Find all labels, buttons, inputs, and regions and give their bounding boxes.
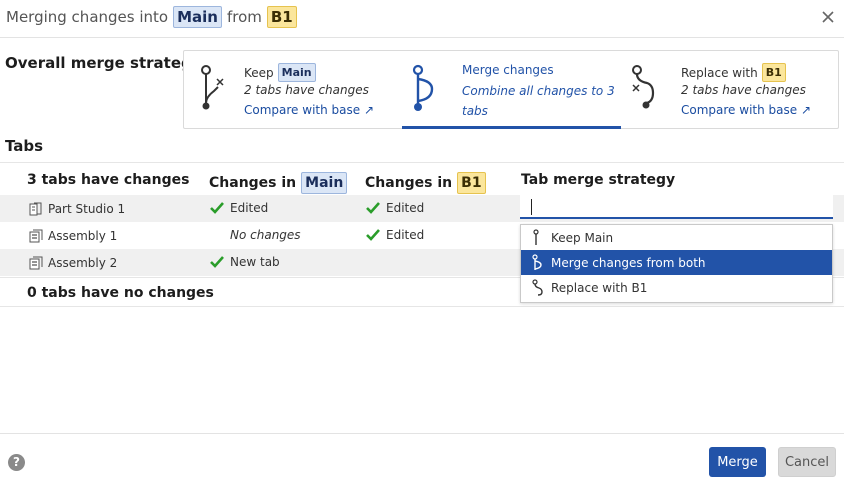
merge-strategy-label: Overall merge strategy: [5, 54, 202, 72]
tab-name: Assembly 2: [48, 256, 118, 270]
tabs-section-title: Tabs: [5, 137, 44, 155]
keep-main-title: Keep Main: [244, 63, 316, 82]
option-replace-b1[interactable]: Replace with B1: [521, 275, 832, 300]
close-icon[interactable]: [818, 7, 838, 27]
check-icon: [210, 202, 224, 214]
check-icon: [210, 256, 224, 268]
main-change-text: No changes: [230, 228, 301, 242]
help-icon[interactable]: ?: [8, 454, 25, 471]
strategy-merge-changes[interactable]: Merge changes Combine all changes to 3 t…: [402, 51, 621, 128]
source-branch-badge: B1: [266, 6, 297, 28]
cancel-button[interactable]: Cancel: [778, 447, 836, 477]
strategy-keep-main[interactable]: Keep Main 2 tabs have changes Compare wi…: [184, 51, 402, 128]
keep-main-badge: Main: [277, 63, 316, 82]
replace-b1-compare-link[interactable]: Compare with base ↗: [681, 103, 811, 117]
table-header: 3 tabs have changes Changes in Main Chan…: [0, 162, 844, 194]
option-label: Merge changes from both: [551, 255, 706, 270]
dialog-header: Merging changes into Main from B1: [0, 0, 844, 38]
merge-branch-icon: [532, 253, 542, 270]
b1-change-cell: Edited: [366, 228, 424, 242]
tab-name-cell: Assembly 2: [28, 255, 117, 271]
keep-branch-icon: [201, 65, 224, 110]
target-branch-badge: Main: [173, 6, 222, 28]
main-change-cell: Edited: [210, 201, 268, 215]
merge-changes-summary: Combine all changes to 3 tabs: [462, 84, 615, 118]
part-studio-icon: [29, 202, 42, 216]
keep-main-summary: 2 tabs have changes: [244, 83, 369, 97]
option-label: Keep Main: [551, 230, 614, 245]
unchanged-tabs-count: 0 tabs have no changes: [27, 285, 214, 301]
tab-name: Part Studio 1: [48, 202, 126, 216]
option-label: Replace with B1: [551, 280, 648, 295]
tab-name-cell: Assembly 1: [28, 228, 117, 244]
text-caret: [531, 199, 532, 215]
tab-merge-strategy-header: Tab merge strategy: [521, 172, 676, 188]
changed-tabs-count: 3 tabs have changes: [27, 172, 190, 188]
b1-change-cell: Edited: [366, 201, 424, 215]
title-from: from: [226, 8, 262, 26]
merge-changes-title: Merge changes: [462, 63, 554, 77]
main-change-text: New tab: [230, 255, 280, 269]
changes-in-main-header: Changes in Main: [209, 172, 348, 194]
option-merge-changes[interactable]: Merge changes from both: [521, 250, 832, 275]
keep-branch-icon: [533, 228, 539, 245]
main-change-cell: New tab: [210, 255, 280, 269]
dialog-title: Merging changes into Main from B1: [6, 6, 302, 28]
replace-branch-icon: [632, 65, 655, 109]
keep-main-compare-link[interactable]: Compare with base ↗: [244, 103, 374, 117]
changes-in-label: Changes in: [365, 175, 453, 191]
merge-dialog: Merging changes into Main from B1 Overal…: [0, 0, 844, 480]
main-badge: Main: [301, 172, 348, 194]
check-icon: [366, 202, 380, 214]
merge-branch-icon: [412, 64, 434, 111]
replace-b1-summary: 2 tabs have changes: [681, 83, 806, 97]
title-prefix: Merging changes into: [6, 8, 169, 26]
merge-strategy-selector: Keep Main 2 tabs have changes Compare wi…: [183, 50, 839, 129]
assembly-icon: [29, 256, 43, 270]
tab-name: Assembly 1: [48, 229, 118, 243]
replace-branch-icon: [532, 278, 543, 296]
changes-in-label: Changes in: [209, 175, 297, 191]
check-icon: [366, 229, 380, 241]
main-change-text: Edited: [230, 201, 269, 215]
tab-strategy-select[interactable]: [520, 195, 833, 219]
tab-strategy-options: Keep Main Merge changes from both Replac…: [520, 224, 833, 303]
replace-b1-badge: B1: [761, 63, 786, 82]
changes-in-b1-header: Changes in B1: [365, 172, 486, 194]
main-change-cell: No changes: [230, 228, 301, 242]
merge-button[interactable]: Merge: [709, 447, 766, 477]
b1-badge: B1: [457, 172, 486, 194]
replace-b1-title: Replace with B1: [681, 63, 786, 82]
assembly-icon: [29, 229, 43, 243]
selected-strategy-indicator: [402, 126, 621, 129]
b1-change-text: Edited: [386, 228, 425, 242]
replace-label: Replace with: [681, 65, 758, 80]
tab-name-cell: Part Studio 1: [28, 201, 125, 217]
b1-change-text: Edited: [386, 201, 425, 215]
option-keep-main[interactable]: Keep Main: [521, 225, 832, 250]
strategy-replace-with-b1[interactable]: Replace with B1 2 tabs have changes Comp…: [621, 51, 839, 128]
dialog-footer: ? Merge Cancel: [0, 433, 844, 480]
keep-label: Keep: [244, 65, 274, 80]
